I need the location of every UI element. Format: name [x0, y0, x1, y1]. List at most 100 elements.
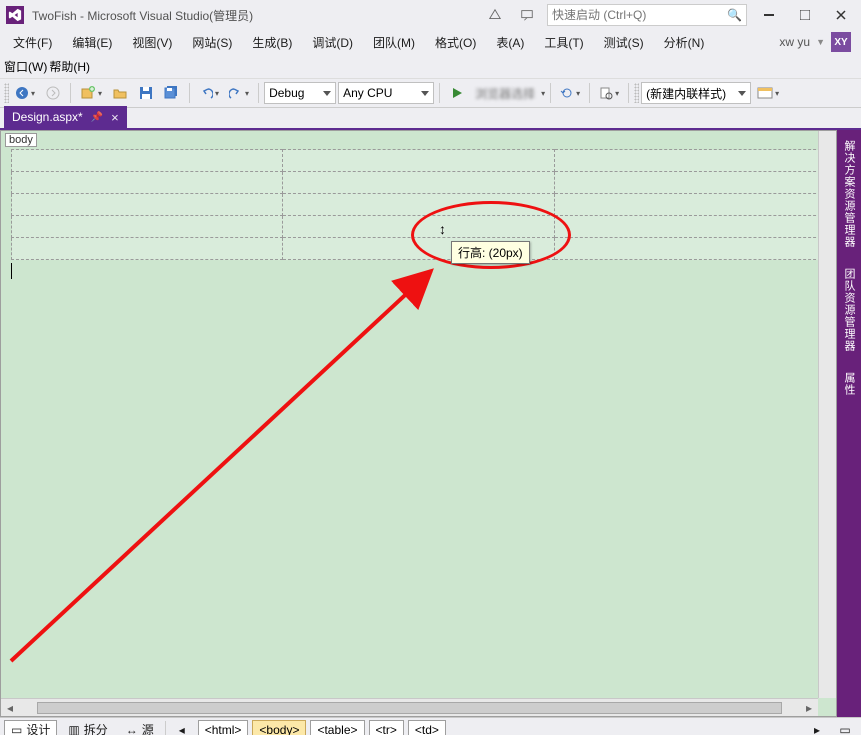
platform-label: Any CPU [343, 86, 392, 100]
side-tab-team-explorer[interactable]: 团队资源管理器 [839, 262, 859, 358]
close-icon[interactable]: × [111, 110, 119, 125]
document-tab[interactable]: Design.aspx* 📌 × [4, 106, 127, 128]
scroll-left-icon[interactable]: ◂ [1, 699, 19, 717]
text-caret-icon [11, 263, 12, 279]
minimize-button[interactable] [755, 5, 783, 25]
scroll-thumb[interactable] [37, 702, 782, 714]
table-cell[interactable] [554, 216, 825, 238]
quick-launch-box[interactable]: 🔍 [547, 4, 747, 26]
feedback-icon[interactable] [515, 3, 539, 27]
open-file-button[interactable] [108, 81, 132, 105]
source-icon: ↔ [126, 723, 138, 735]
nav-back-button[interactable]: ▾ [11, 81, 39, 105]
quick-launch-input[interactable] [552, 8, 727, 22]
design-icon: ▭ [11, 723, 22, 735]
search-icon[interactable]: 🔍 [727, 8, 742, 22]
user-area[interactable]: xw yu ▼ XY [779, 32, 857, 52]
config-dropdown[interactable]: Debug [264, 82, 336, 104]
browser-selector-label[interactable]: 浏览器选择 [471, 85, 539, 102]
scroll-right-icon[interactable]: ▸ [800, 699, 818, 717]
maximize-button[interactable] [791, 5, 819, 25]
table-cell[interactable] [12, 194, 283, 216]
menu-window[interactable]: 窗口(W) [4, 58, 47, 75]
tagpath-td[interactable]: <td> [408, 720, 446, 735]
designer-surface[interactable]: body ↕ 行高: (20px) ◂ ▸ [0, 130, 837, 717]
user-name: xw yu [779, 35, 810, 49]
style-label: (新建内联样式) [646, 85, 726, 102]
menu-test[interactable]: 测试(S) [595, 31, 653, 54]
new-project-button[interactable]: ▾ [76, 81, 106, 105]
table-row[interactable] [12, 172, 826, 194]
menu-analyze[interactable]: 分析(N) [655, 31, 714, 54]
tagpath-scroll-right[interactable]: ▸ [805, 718, 829, 735]
user-avatar[interactable]: XY [831, 32, 851, 52]
tagpath-table[interactable]: <table> [310, 720, 364, 735]
menu-file[interactable]: 文件(F) [4, 31, 61, 54]
main-toolbar: ▾ ▾ ▾ ▾ Debug Any CPU 浏览器选择 ▾ ▾ ▾ (新建内联样… [0, 78, 861, 108]
vertical-scrollbar[interactable] [818, 131, 836, 698]
redo-button[interactable]: ▾ [225, 81, 253, 105]
pin-icon[interactable]: 📌 [91, 112, 103, 123]
menu-view[interactable]: 视图(V) [123, 31, 181, 54]
window-title: TwoFish - Microsoft Visual Studio(管理员) [32, 7, 253, 24]
save-button[interactable] [134, 81, 158, 105]
element-breadcrumb[interactable]: body [5, 133, 37, 147]
table-cell[interactable] [12, 150, 283, 172]
titlebar: TwoFish - Microsoft Visual Studio(管理员) 🔍 [0, 0, 861, 30]
menu-table[interactable]: 表(A) [487, 31, 533, 54]
table-cell[interactable] [12, 172, 283, 194]
nav-forward-button[interactable] [41, 81, 65, 105]
menu-edit[interactable]: 编辑(E) [63, 31, 121, 54]
view-split-tab[interactable]: ▥拆分 [61, 720, 114, 735]
table-cell[interactable] [554, 172, 825, 194]
start-debug-button[interactable] [445, 81, 469, 105]
view-design-tab[interactable]: ▭ 设计 [4, 720, 57, 735]
refresh-button[interactable]: ▾ [556, 81, 584, 105]
designer-bottom-bar: ▭设计 ▥拆分 ↔源 ◂ <html> <body> <table> <tr> … [0, 717, 861, 735]
view-options-button[interactable]: ▭ [833, 718, 857, 735]
side-tab-solution-explorer[interactable]: 解决方案资源管理器 [839, 134, 859, 254]
undo-button[interactable]: ▾ [195, 81, 223, 105]
close-button[interactable] [827, 5, 855, 25]
table-cell[interactable] [283, 150, 554, 172]
menu-debug[interactable]: 调试(D) [303, 31, 362, 54]
style-dropdown[interactable]: (新建内联样式) [641, 82, 751, 104]
table-cell[interactable] [283, 172, 554, 194]
horizontal-scrollbar[interactable]: ◂ ▸ [1, 698, 818, 716]
table-cell[interactable] [554, 150, 825, 172]
menu-tools[interactable]: 工具(T) [535, 31, 592, 54]
config-label: Debug [269, 86, 304, 100]
collapsed-tool-windows: 解决方案资源管理器 团队资源管理器 属性 [837, 130, 861, 717]
table-row[interactable] [12, 194, 826, 216]
view-source-tab[interactable]: ↔源 [119, 720, 161, 735]
find-in-files-button[interactable]: ▾ [595, 81, 623, 105]
work-area: body ↕ 行高: (20px) ◂ ▸ 解决方案资源管理器 [0, 130, 861, 717]
menubar-row2: 窗口(W) 帮助(H) [0, 54, 861, 78]
menu-website[interactable]: 网站(S) [183, 31, 241, 54]
toolbar-grip-icon[interactable] [4, 83, 9, 103]
css-target-button[interactable]: ▾ [753, 81, 783, 105]
menu-help[interactable]: 帮助(H) [49, 58, 90, 75]
table-cell[interactable] [12, 238, 283, 260]
notifications-icon[interactable] [483, 3, 507, 27]
view-design-label: 设计 [26, 721, 50, 735]
toolbar-grip-icon[interactable] [634, 83, 639, 103]
table-cell[interactable] [554, 194, 825, 216]
platform-dropdown[interactable]: Any CPU [338, 82, 434, 104]
tagpath-body[interactable]: <body> [252, 720, 306, 735]
tagpath-scroll-left[interactable]: ◂ [170, 718, 194, 735]
document-tab-well: Design.aspx* 📌 × [0, 108, 861, 130]
table-cell[interactable] [12, 216, 283, 238]
menu-build[interactable]: 生成(B) [243, 31, 301, 54]
tagpath-tr[interactable]: <tr> [369, 720, 404, 735]
table-row[interactable] [12, 150, 826, 172]
save-all-button[interactable] [160, 81, 184, 105]
menu-team[interactable]: 团队(M) [364, 31, 424, 54]
document-tab-label: Design.aspx* [12, 110, 83, 124]
menu-format[interactable]: 格式(O) [426, 31, 485, 54]
table-cell[interactable] [554, 238, 825, 260]
tagpath-html[interactable]: <html> [198, 720, 249, 735]
vs-logo-icon [6, 6, 24, 24]
resize-ns-cursor-icon: ↕ [439, 221, 446, 237]
side-tab-properties[interactable]: 属性 [839, 366, 859, 402]
